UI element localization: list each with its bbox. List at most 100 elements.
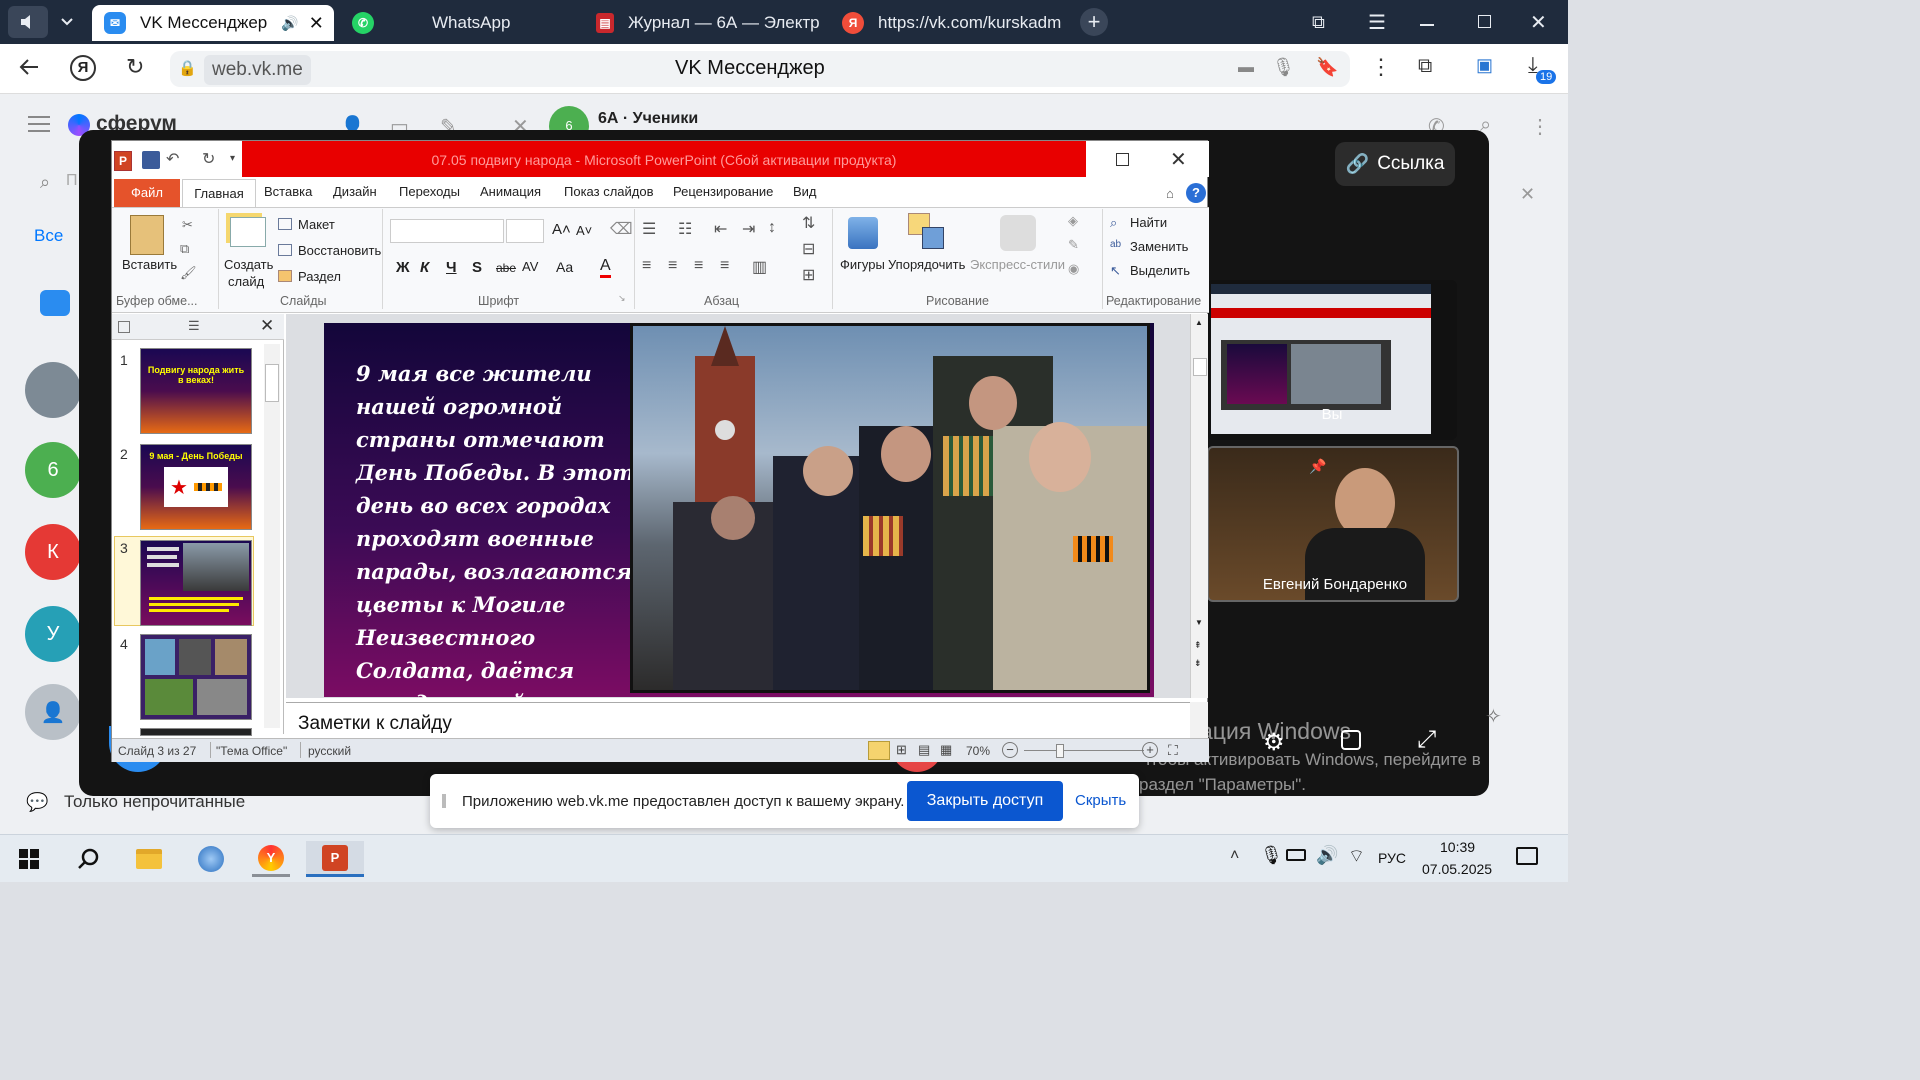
- bookmark-icon[interactable]: 🔖: [1316, 57, 1338, 78]
- cut-icon[interactable]: ✂: [182, 217, 193, 233]
- format-painter-icon[interactable]: 🖌: [180, 265, 197, 281]
- collections-icon[interactable]: ⧉: [1418, 55, 1432, 78]
- underline-button[interactable]: Ч: [446, 259, 457, 276]
- slide-body-text[interactable]: 9 мая все жители нашей огромной страны о…: [356, 357, 636, 720]
- tab-file[interactable]: Файл: [114, 179, 180, 207]
- char-spacing-button[interactable]: AV: [522, 259, 538, 274]
- avatar[interactable]: К: [25, 524, 81, 580]
- columns-icon[interactable]: ▥: [752, 257, 767, 277]
- lock-icon[interactable]: 🔒: [178, 59, 197, 77]
- slide-thumbnail[interactable]: Подвигу народа жить в веках!: [140, 348, 252, 434]
- prev-slide-icon[interactable]: ⇞: [1194, 640, 1202, 651]
- language-indicator[interactable]: РУС: [1378, 850, 1406, 866]
- new-tab-button[interactable]: +: [1080, 8, 1108, 36]
- outline-icon[interactable]: ✎: [1068, 237, 1079, 253]
- camera-icon[interactable]: ▬: [1238, 59, 1254, 77]
- effects-icon[interactable]: ◉: [1068, 261, 1079, 277]
- close-pane-icon[interactable]: ✕: [260, 316, 274, 336]
- strikethrough-button[interactable]: abe: [496, 261, 516, 275]
- theme-name[interactable]: "Тема Office": [216, 744, 287, 758]
- battery-icon[interactable]: [1286, 849, 1306, 861]
- powerpoint-taskbar-icon[interactable]: P: [306, 841, 364, 877]
- tab-transitions[interactable]: Переходы: [399, 184, 460, 199]
- select-button[interactable]: Выделить: [1130, 263, 1190, 278]
- shrink-font-icon[interactable]: A˅: [576, 223, 592, 238]
- wifi-icon[interactable]: ⌔: [1348, 845, 1365, 868]
- drag-handle-icon[interactable]: [442, 794, 446, 808]
- quick-styles-icon[interactable]: [1000, 215, 1036, 251]
- search-icon[interactable]: [70, 841, 108, 877]
- layout-button[interactable]: Макет: [298, 217, 335, 232]
- align-text-icon[interactable]: ⊟: [802, 239, 815, 259]
- windows-start-icon[interactable]: [10, 841, 48, 877]
- find-button[interactable]: Найти: [1130, 215, 1167, 230]
- align-right-icon[interactable]: ≡: [694, 257, 703, 275]
- speaker-icon[interactable]: [8, 6, 48, 38]
- section-button[interactable]: Раздел: [298, 269, 341, 284]
- search-input[interactable]: П: [66, 172, 78, 190]
- grow-font-icon[interactable]: A˄: [552, 221, 571, 238]
- ppt-close-button[interactable]: ✕: [1170, 147, 1187, 172]
- stop-sharing-button[interactable]: Закрыть доступ: [907, 781, 1063, 821]
- url-field[interactable]: 🔒 web.vk.me VK Мессенджер ▬ 🎙 🔖: [170, 51, 1350, 87]
- slide-thumbnail[interactable]: [140, 728, 252, 736]
- tab-journal[interactable]: ▤ Журнал — 6А — Электро: [584, 5, 820, 41]
- new-slide-label-2[interactable]: слайд: [228, 274, 264, 289]
- yandex-home-icon[interactable]: Я: [70, 55, 96, 81]
- tab-animation[interactable]: Анимация: [480, 184, 541, 199]
- tab-design[interactable]: Дизайн: [333, 184, 377, 199]
- slide-thumbnail[interactable]: [140, 634, 252, 720]
- reload-icon[interactable]: ↻: [126, 54, 144, 80]
- tab-insert[interactable]: Вставка: [264, 184, 312, 199]
- back-icon[interactable]: [18, 56, 40, 78]
- paste-button[interactable]: Вставить: [122, 257, 177, 272]
- close-icon[interactable]: ✕: [1520, 184, 1535, 205]
- new-slide-label-1[interactable]: Создать: [224, 257, 273, 272]
- menu-icon[interactable]: ☰: [1368, 10, 1386, 35]
- zoom-in-button[interactable]: +: [1142, 742, 1158, 758]
- zoom-out-button[interactable]: −: [1002, 742, 1018, 758]
- sorter-view-icon[interactable]: ⊞: [896, 742, 907, 758]
- scroll-up-icon[interactable]: ▲: [1195, 318, 1203, 327]
- zoom-slider-thumb[interactable]: [1056, 744, 1064, 758]
- maximize-button[interactable]: [1116, 153, 1129, 166]
- notes-placeholder[interactable]: Заметки к слайду: [298, 713, 452, 735]
- slides-tab-icon[interactable]: [118, 321, 130, 333]
- chevron-down-icon[interactable]: [52, 6, 82, 38]
- shadow-button[interactable]: S: [472, 259, 482, 276]
- zoom-level[interactable]: 70%: [966, 744, 990, 758]
- fullscreen-icon[interactable]: ⤢: [1417, 726, 1436, 754]
- zoom-slider[interactable]: [1024, 750, 1144, 751]
- more-icon[interactable]: ⋮: [1370, 54, 1392, 80]
- justify-icon[interactable]: ≡: [720, 257, 729, 275]
- next-slide-icon[interactable]: ⇟: [1194, 658, 1202, 669]
- microphone-icon[interactable]: 🎙: [1272, 57, 1295, 78]
- text-direction-icon[interactable]: ⇅: [802, 213, 815, 233]
- align-left-icon[interactable]: ≡: [642, 257, 651, 275]
- hamburger-icon[interactable]: [28, 116, 50, 132]
- fit-to-window-icon[interactable]: ⛶: [1168, 742, 1178, 759]
- notes-pane[interactable]: Заметки к слайду: [286, 702, 1192, 738]
- slideshow-view-icon[interactable]: ▦: [940, 742, 952, 758]
- slide-thumbnail[interactable]: 9 мая - День Победы ★: [140, 444, 252, 530]
- clear-format-icon[interactable]: ⌫: [610, 219, 633, 239]
- current-slide[interactable]: 9 мая все жители нашей огромной страны о…: [324, 323, 1154, 716]
- normal-view-icon[interactable]: [868, 741, 890, 760]
- outline-tab-icon[interactable]: ☰: [188, 318, 200, 334]
- url-text[interactable]: web.vk.me: [204, 55, 311, 85]
- tab-whatsapp[interactable]: ✆ WhatsApp: [340, 5, 580, 41]
- settings-icon[interactable]: ⚙: [1263, 728, 1285, 757]
- paste-icon[interactable]: [130, 215, 164, 255]
- notes-scrollbar[interactable]: [1190, 702, 1208, 738]
- chevron-up-icon[interactable]: ˄: [1230, 847, 1239, 865]
- new-slide-icon[interactable]: [230, 217, 266, 247]
- save-icon[interactable]: [142, 151, 160, 169]
- sparkle-icon[interactable]: ✧: [1485, 704, 1502, 729]
- align-center-icon[interactable]: ≡: [668, 257, 677, 275]
- thumbnails-scrollbar[interactable]: [264, 344, 280, 728]
- line-spacing-icon[interactable]: ↕: [768, 219, 776, 237]
- collapse-ribbon-icon[interactable]: ⌂: [1166, 186, 1174, 201]
- shapes-button[interactable]: Фигуры: [840, 257, 885, 272]
- font-name-select[interactable]: [390, 219, 504, 243]
- language[interactable]: русский: [308, 744, 351, 758]
